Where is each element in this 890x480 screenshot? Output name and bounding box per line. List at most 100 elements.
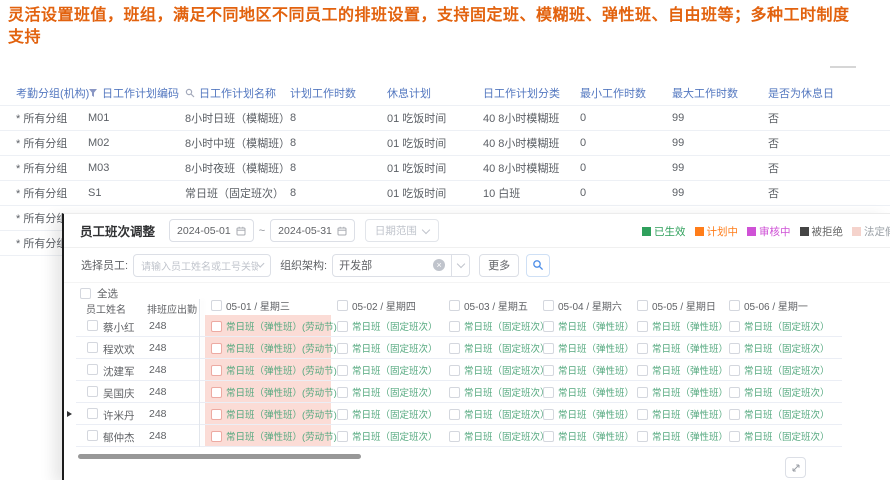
shift-cell[interactable]: 常日班（弹性班）(劳动节) — [205, 359, 337, 381]
shift-checkbox[interactable] — [337, 408, 348, 420]
shift-checkbox[interactable] — [637, 386, 648, 398]
shift-checkbox[interactable] — [211, 342, 222, 354]
org-select-value-area[interactable]: 开发部 × — [333, 255, 451, 276]
shift-checkbox[interactable] — [729, 408, 740, 420]
table-row[interactable]: * 所有分组 M01 8小时日班（模糊班） 8 01 吃饭时间 40 8小时模糊… — [0, 106, 890, 131]
employee-checkbox[interactable] — [87, 342, 98, 353]
employee-search-input[interactable]: 请输入员工姓名或工号关键字 — [133, 253, 272, 277]
clear-icon[interactable]: × — [433, 259, 446, 271]
day-select-checkbox[interactable] — [637, 300, 648, 311]
employee-checkbox[interactable] — [87, 364, 98, 375]
shift-checkbox[interactable] — [337, 342, 348, 354]
shift-cell[interactable]: 常日班（弹性班） — [631, 381, 728, 403]
shift-checkbox[interactable] — [637, 408, 648, 420]
shift-checkbox[interactable] — [637, 364, 648, 376]
shift-checkbox[interactable] — [637, 320, 648, 332]
shift-checkbox[interactable] — [449, 430, 460, 442]
shift-cell[interactable]: 常日班（弹性班）(劳动节) — [205, 337, 337, 359]
shift-checkbox[interactable] — [337, 430, 348, 442]
table-row[interactable]: * 所有分组 S1 常日班（固定班次） 8 01 吃饭时间 10 白班 0 99… — [0, 181, 890, 206]
day-select-checkbox[interactable] — [337, 300, 348, 311]
shift-checkbox[interactable] — [543, 408, 554, 420]
employee-row[interactable]: 吴国庆 248 常日班（弹性班）(劳动节) 常日班（固定班次） 常日班（固定班次… — [64, 381, 890, 403]
shift-checkbox[interactable] — [449, 408, 460, 420]
shift-cell[interactable]: 常日班（弹性班） — [537, 381, 634, 403]
table-row[interactable]: * 所有分组 M03 8小时夜班（模糊班） 8 01 吃饭时间 40 8小时模糊… — [0, 156, 890, 181]
shift-cell[interactable]: 常日班（弹性班） — [537, 403, 634, 425]
day-select-checkbox[interactable] — [729, 300, 740, 311]
row-expand-arrow-icon[interactable] — [67, 411, 72, 417]
shift-cell[interactable]: 常日班（固定班次） — [723, 403, 843, 425]
more-filters-button[interactable]: 更多 — [479, 253, 520, 277]
shift-checkbox[interactable] — [211, 430, 222, 442]
shift-cell[interactable]: 常日班（固定班次） — [723, 425, 843, 447]
shift-cell[interactable]: 常日班（弹性班） — [631, 359, 728, 381]
shift-checkbox[interactable] — [543, 386, 554, 398]
employee-checkbox[interactable] — [87, 386, 98, 397]
shift-checkbox[interactable] — [449, 320, 460, 332]
shift-checkbox[interactable] — [337, 386, 348, 398]
shift-checkbox[interactable] — [637, 342, 648, 354]
shift-cell[interactable]: 常日班（弹性班）(劳动节) — [205, 403, 337, 425]
shift-checkbox[interactable] — [211, 364, 222, 376]
shift-cell[interactable]: 常日班（弹性班）(劳动节) — [205, 381, 337, 403]
employee-row[interactable]: 蔡小红 248 常日班（弹性班）(劳动节) 常日班（固定班次） 常日班（固定班次… — [64, 315, 890, 337]
table-row[interactable]: * 所有分组 M02 8小时中班（模糊班） 8 01 吃饭时间 40 8小时模糊… — [0, 131, 890, 156]
shift-cell[interactable]: 常日班（固定班次） — [331, 337, 443, 359]
shift-checkbox[interactable] — [729, 386, 740, 398]
employee-row[interactable]: 程欢欢 248 常日班（弹性班）(劳动节) 常日班（固定班次） 常日班（固定班次… — [64, 337, 890, 359]
shift-cell[interactable]: 常日班（固定班次） — [723, 315, 843, 337]
day-select-checkbox[interactable] — [449, 300, 460, 311]
shift-cell[interactable]: 常日班（固定班次） — [443, 403, 550, 425]
employee-row[interactable]: 沈建军 248 常日班（弹性班）(劳动节) 常日班（固定班次） 常日班（固定班次… — [64, 359, 890, 381]
date-range-dropdown[interactable]: 日期范围 — [364, 219, 439, 242]
org-select[interactable]: 开发部 × — [332, 253, 471, 277]
shift-cell[interactable]: 常日班（弹性班） — [537, 425, 634, 447]
employee-row[interactable]: 许米丹 248 常日班（弹性班）(劳动节) 常日班（固定班次） 常日班（固定班次… — [64, 403, 890, 425]
shift-cell[interactable]: 常日班（固定班次） — [443, 359, 550, 381]
shift-cell[interactable]: 常日班（固定班次） — [443, 381, 550, 403]
shift-cell[interactable]: 常日班（固定班次） — [331, 315, 443, 337]
shift-checkbox[interactable] — [637, 430, 648, 442]
shift-checkbox[interactable] — [543, 430, 554, 442]
shift-cell[interactable]: 常日班（固定班次） — [443, 315, 550, 337]
shift-checkbox[interactable] — [729, 364, 740, 376]
shift-cell[interactable]: 常日班（弹性班） — [631, 403, 728, 425]
shift-checkbox[interactable] — [449, 342, 460, 354]
horizontal-scrollbar[interactable] — [78, 454, 361, 459]
shift-cell[interactable]: 常日班（固定班次） — [443, 425, 550, 447]
shift-cell[interactable]: 常日班（弹性班） — [537, 315, 634, 337]
day-select-checkbox[interactable] — [543, 300, 554, 311]
search-button[interactable] — [526, 253, 551, 277]
shift-checkbox[interactable] — [729, 342, 740, 354]
select-all-checkbox[interactable] — [80, 288, 91, 299]
shift-cell[interactable]: 常日班（固定班次） — [331, 425, 443, 447]
employee-checkbox[interactable] — [87, 430, 98, 441]
shift-cell[interactable]: 常日班（固定班次） — [723, 381, 843, 403]
shift-cell[interactable]: 常日班（固定班次） — [443, 337, 550, 359]
filter-icon[interactable] — [88, 88, 98, 98]
shift-checkbox[interactable] — [211, 386, 222, 398]
shift-checkbox[interactable] — [211, 408, 222, 420]
shift-checkbox[interactable] — [337, 320, 348, 332]
shift-checkbox[interactable] — [449, 364, 460, 376]
org-select-arrow[interactable] — [451, 254, 469, 276]
shift-cell[interactable]: 常日班（固定班次） — [723, 337, 843, 359]
date-from-input[interactable]: 2024-05-01 — [169, 219, 254, 242]
shift-cell[interactable]: 常日班（固定班次） — [331, 403, 443, 425]
shift-cell[interactable]: 常日班（弹性班） — [631, 337, 728, 359]
shift-cell[interactable]: 常日班（弹性班） — [631, 315, 728, 337]
day-select-checkbox[interactable] — [211, 300, 222, 311]
search-icon[interactable] — [185, 88, 195, 98]
shift-cell[interactable]: 常日班（弹性班） — [537, 359, 634, 381]
shift-cell[interactable]: 常日班（固定班次） — [723, 359, 843, 381]
shift-checkbox[interactable] — [543, 320, 554, 332]
shift-checkbox[interactable] — [729, 320, 740, 332]
shift-cell[interactable]: 常日班（固定班次） — [331, 359, 443, 381]
shift-checkbox[interactable] — [337, 364, 348, 376]
shift-checkbox[interactable] — [729, 430, 740, 442]
date-to-input[interactable]: 2024-05-31 — [270, 219, 355, 242]
shift-checkbox[interactable] — [543, 364, 554, 376]
shift-checkbox[interactable] — [543, 342, 554, 354]
collapse-expand-button[interactable] — [785, 457, 806, 478]
